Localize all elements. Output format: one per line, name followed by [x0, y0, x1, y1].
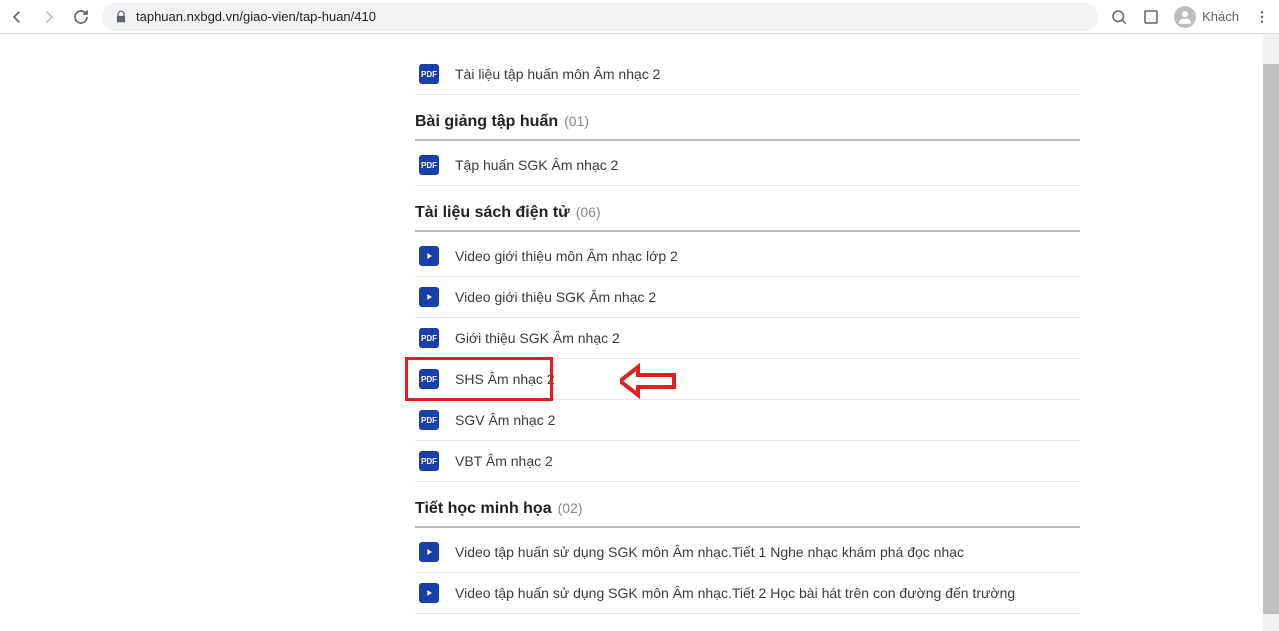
panel-icon[interactable] — [1142, 8, 1160, 26]
pdf-icon: PDF — [419, 328, 439, 348]
section-count: (02) — [558, 500, 583, 516]
item-title: Video giới thiệu môn Âm nhạc lớp 2 — [455, 248, 678, 264]
list-item[interactable]: Video giới thiệu môn Âm nhạc lớp 2 — [415, 236, 1080, 277]
search-icon[interactable] — [1110, 8, 1128, 26]
list-item[interactable]: PDF SGV Âm nhạc 2 — [415, 400, 1080, 441]
item-title: Giới thiệu SGK Âm nhạc 2 — [455, 330, 620, 346]
profile-button[interactable]: Khách — [1174, 6, 1239, 28]
pdf-icon: PDF — [419, 64, 439, 84]
item-title: Tập huấn SGK Âm nhạc 2 — [455, 157, 618, 173]
scrollbar[interactable] — [1263, 34, 1279, 631]
menu-icon[interactable] — [1253, 8, 1271, 26]
browser-toolbar: taphuan.nxbgd.vn/giao-vien/tap-huan/410 … — [0, 0, 1279, 34]
item-title: Video tập huấn sử dụng SGK môn Âm nhạc.T… — [455, 585, 1015, 601]
forward-button[interactable] — [40, 8, 58, 26]
list-item[interactable]: PDF Tài liệu tập huấn môn Âm nhạc 2 — [415, 54, 1080, 95]
pdf-icon: PDF — [419, 155, 439, 175]
item-title: Tài liệu tập huấn môn Âm nhạc 2 — [455, 66, 660, 82]
video-icon — [419, 542, 439, 562]
page-viewport: PDF Tài liệu tập huấn môn Âm nhạc 2 Bài gi… — [0, 34, 1279, 631]
section-title: Tài liệu sách điện tử — [415, 204, 570, 222]
address-bar[interactable]: taphuan.nxbgd.vn/giao-vien/tap-huan/410 — [102, 3, 1098, 31]
back-button[interactable] — [8, 8, 26, 26]
pdf-icon: PDF — [419, 451, 439, 471]
list-item[interactable]: Video tập huấn sử dụng SGK môn Âm nhạc.T… — [415, 532, 1080, 573]
reload-button[interactable] — [72, 8, 90, 26]
list-item[interactable]: PDF VBT Âm nhạc 2 — [415, 441, 1080, 482]
item-title: VBT Âm nhạc 2 — [455, 453, 553, 469]
item-title: SHS Âm nhạc 2 — [455, 371, 555, 387]
scrollbar-thumb[interactable] — [1263, 64, 1279, 614]
section-header: Tài liệu sách điện tử (06) — [415, 186, 1080, 232]
section-count: (06) — [576, 204, 601, 220]
pdf-icon: PDF — [419, 369, 439, 389]
list-item[interactable]: PDF SHS Âm nhạc 2 — [415, 359, 1080, 400]
list-item[interactable]: Video giới thiệu SGK Âm nhạc 2 — [415, 277, 1080, 318]
lock-icon — [114, 10, 128, 24]
profile-label: Khách — [1202, 9, 1239, 24]
section-title: Bài giảng tập huấn — [415, 113, 558, 131]
avatar-icon — [1174, 6, 1196, 28]
section-count: (01) — [564, 113, 589, 129]
section-header: Bài giảng tập huấn (01) — [415, 95, 1080, 141]
content-list: PDF Tài liệu tập huấn môn Âm nhạc 2 Bài gi… — [415, 54, 1080, 631]
item-title: SGV Âm nhạc 2 — [455, 412, 555, 428]
item-title: Video tập huấn sử dụng SGK môn Âm nhạc.T… — [455, 544, 964, 560]
video-icon — [419, 287, 439, 307]
video-icon — [419, 246, 439, 266]
pdf-icon: PDF — [419, 410, 439, 430]
item-title: Video giới thiệu SGK Âm nhạc 2 — [455, 289, 656, 305]
url-text: taphuan.nxbgd.vn/giao-vien/tap-huan/410 — [136, 9, 376, 24]
list-item[interactable]: PDF Giới thiệu SGK Âm nhạc 2 — [415, 318, 1080, 359]
arrow-annotation — [620, 363, 678, 402]
list-item[interactable]: PDF Tập huấn SGK Âm nhạc 2 — [415, 145, 1080, 186]
video-icon — [419, 583, 439, 603]
section-title: Tiết học minh họa — [415, 500, 552, 518]
list-item[interactable]: Video tập huấn sử dụng SGK môn Âm nhạc.T… — [415, 573, 1080, 614]
section-header: Tiết học minh họa (02) — [415, 482, 1080, 528]
section-header: Hướng dẫn sử dụng thiết bị dạy học(01) — [415, 614, 1080, 631]
